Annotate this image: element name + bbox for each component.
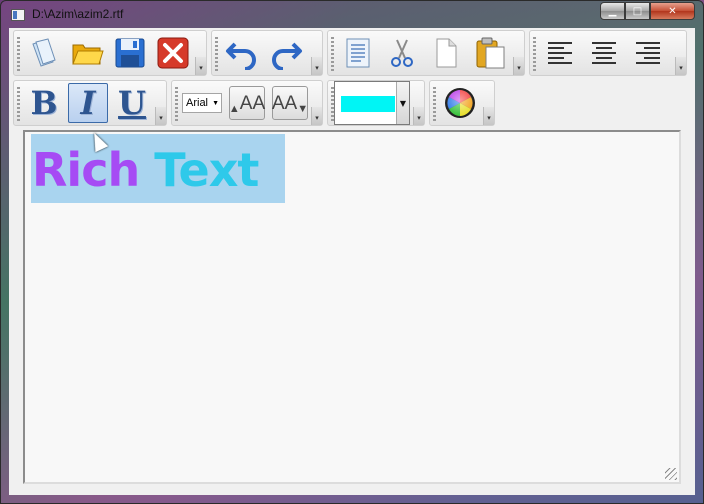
font-name-select[interactable]: Arial ▼ bbox=[182, 93, 222, 113]
align-right-icon bbox=[636, 42, 660, 64]
format-toolbar-overflow[interactable]: ▾ bbox=[155, 107, 166, 125]
shrink-font-label: AA bbox=[271, 93, 298, 114]
client-area: ▾ ▾ ▾ ▾ B I U ▾ Arial ▼ ▲ AA AA ▼ ▾ ▼ ▾ … bbox=[9, 28, 695, 495]
app-icon[interactable] bbox=[11, 9, 25, 21]
maximize-button[interactable]: □ bbox=[625, 2, 650, 20]
close-file-button[interactable] bbox=[153, 33, 192, 73]
color-toolbar: ▼ ▾ bbox=[327, 80, 425, 126]
font-color-swatch bbox=[341, 96, 395, 112]
underline-icon: U bbox=[118, 84, 146, 122]
close-window-button[interactable]: ✕ bbox=[650, 2, 695, 20]
palette-toolbar-overflow[interactable]: ▾ bbox=[483, 107, 494, 125]
clipboard-toolbar: ▾ bbox=[327, 30, 525, 76]
shrink-font-icon: ▼ bbox=[297, 103, 309, 115]
caption-buttons: ▁ □ ✕ bbox=[600, 2, 695, 20]
file-toolbar: ▾ bbox=[13, 30, 207, 76]
color-toolbar-overflow[interactable]: ▾ bbox=[413, 107, 424, 125]
shrink-font-button[interactable]: AA ▼ bbox=[272, 86, 308, 120]
font-toolbar-overflow[interactable]: ▾ bbox=[311, 107, 322, 125]
resize-grip[interactable] bbox=[665, 468, 677, 480]
history-toolbar-overflow[interactable]: ▾ bbox=[311, 57, 322, 75]
color-picker-button[interactable] bbox=[440, 83, 480, 123]
align-left-icon bbox=[548, 42, 572, 64]
undo-button[interactable] bbox=[222, 33, 262, 73]
align-left-button[interactable] bbox=[540, 33, 580, 73]
editor-word-1[interactable]: Rich bbox=[32, 143, 140, 197]
format-toolbar: B I U ▾ bbox=[13, 80, 167, 126]
italic-icon: I bbox=[80, 84, 96, 122]
italic-button[interactable]: I bbox=[68, 83, 108, 123]
redo-button[interactable] bbox=[266, 33, 306, 73]
palette-toolbar: ▾ bbox=[429, 80, 495, 126]
file-toolbar-overflow[interactable]: ▾ bbox=[195, 57, 206, 75]
bold-button[interactable]: B bbox=[24, 83, 64, 123]
title-bar[interactable]: D:\Azim\azim2.rtf ▁ □ ✕ bbox=[1, 1, 703, 27]
close-icon: ✕ bbox=[668, 5, 677, 17]
select-all-button[interactable] bbox=[338, 33, 378, 73]
close-x-icon bbox=[157, 37, 188, 69]
paste-clipboard-icon bbox=[476, 37, 505, 69]
app-window: D:\Azim\azim2.rtf ▁ □ ✕ ▾ ▾ ▾ ▾ B I U ▾ … bbox=[0, 0, 704, 504]
font-toolbar: Arial ▼ ▲ AA AA ▼ ▾ bbox=[171, 80, 323, 126]
scissors-icon bbox=[391, 39, 413, 67]
grow-font-label: AA bbox=[239, 93, 266, 114]
copy-page-icon bbox=[436, 38, 457, 68]
minimize-icon: ▁ bbox=[608, 5, 617, 17]
chevron-down-icon[interactable]: ▼ bbox=[396, 82, 409, 124]
underline-button[interactable]: U bbox=[112, 83, 152, 123]
cut-button[interactable] bbox=[382, 33, 422, 73]
open-folder-icon bbox=[71, 44, 104, 65]
font-color-combo[interactable]: ▼ bbox=[334, 81, 410, 125]
grow-font-icon: ▲ bbox=[228, 103, 240, 115]
window-title: D:\Azim\azim2.rtf bbox=[32, 7, 124, 21]
new-document-icon bbox=[31, 38, 56, 67]
clipboard-toolbar-overflow[interactable]: ▾ bbox=[513, 57, 524, 75]
align-center-button[interactable] bbox=[584, 33, 624, 73]
open-button[interactable] bbox=[67, 33, 106, 73]
font-name-value: Arial bbox=[186, 97, 209, 109]
rich-text-editor[interactable]: Rich Text bbox=[23, 130, 681, 484]
maximize-icon: □ bbox=[632, 5, 643, 17]
save-button[interactable] bbox=[110, 33, 149, 73]
toolbar-row-2: B I U ▾ Arial ▼ ▲ AA AA ▼ ▾ ▼ ▾ ▾ bbox=[13, 80, 495, 128]
grow-font-button[interactable]: ▲ AA bbox=[229, 86, 265, 120]
history-toolbar: ▾ bbox=[211, 30, 323, 76]
copy-button[interactable] bbox=[426, 33, 466, 73]
new-button[interactable] bbox=[24, 33, 63, 73]
align-toolbar: ▾ bbox=[529, 30, 687, 76]
align-right-button[interactable] bbox=[628, 33, 668, 73]
select-document-icon bbox=[346, 38, 370, 68]
redo-arrow-icon bbox=[272, 42, 302, 70]
undo-arrow-icon bbox=[226, 42, 256, 70]
editor-word-2[interactable]: Text bbox=[154, 143, 259, 197]
color-wheel-icon bbox=[445, 88, 475, 118]
editor-content[interactable]: Rich Text bbox=[32, 141, 259, 199]
minimize-button[interactable]: ▁ bbox=[600, 2, 625, 20]
bold-icon: B bbox=[30, 84, 58, 122]
toolbar-row-1: ▾ ▾ ▾ ▾ bbox=[13, 30, 687, 78]
chevron-down-icon: ▼ bbox=[212, 99, 219, 107]
align-center-icon bbox=[592, 42, 616, 64]
paste-button[interactable] bbox=[470, 33, 510, 73]
align-toolbar-overflow[interactable]: ▾ bbox=[675, 57, 686, 75]
save-floppy-icon bbox=[115, 38, 144, 68]
